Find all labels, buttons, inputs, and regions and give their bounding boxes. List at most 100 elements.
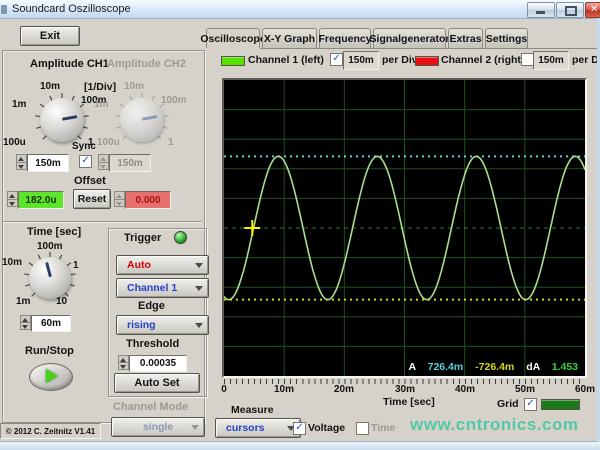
grid-label: Grid [497,398,519,410]
offset-reset-button[interactable]: Reset [73,189,111,209]
knob-body [29,257,71,299]
x-tick-60m: 60m [574,384,595,395]
cursor-measurements: A 726.4m -726.4m dA 1.453 [408,361,578,373]
time-scale-10m: 10m [2,257,23,268]
channel1-color-swatch [221,56,245,66]
tab-frequency[interactable]: Frequency [318,28,372,48]
close-button[interactable]: ✕ [585,2,600,18]
chevron-down-icon [195,263,203,268]
time-base-knob[interactable] [23,251,77,305]
chevron-down-icon [195,323,203,328]
ch1-scale-100u: 100u [3,137,26,148]
time-base-title: Time [sec] [27,226,82,238]
ch2-scale-value: 150m [109,154,151,172]
threshold-value[interactable]: 0.00035 [129,355,187,372]
measure-upper-value: 726.4m [427,361,464,373]
amplitude-ch1-title: Amplitude CH1 [30,58,109,70]
x-tick-0: 0 [221,384,227,395]
channel2-label: Channel 2 (right) [441,54,525,66]
time-label: Time [371,422,396,434]
per-div-unit-label: [1/Div] [84,81,117,93]
threshold-spinner[interactable] [118,355,129,370]
measure-mode-dropdown[interactable]: cursors [215,418,301,438]
tab-signalgenerator[interactable]: Signalgenerator [370,28,449,48]
auto-set-button[interactable]: Auto Set [114,373,200,393]
x-tick-10m: 10m [273,384,294,395]
ch1-scale-value[interactable]: 150m [27,154,69,172]
channel1-per-div-value[interactable]: 150m [343,51,379,70]
play-icon [46,369,58,383]
chevron-down-icon [191,425,199,430]
x-tick-50m: 50m [514,384,535,395]
threshold-label: Threshold [126,338,180,350]
time-base-value[interactable]: 60m [31,315,71,332]
ch2-scale-1m: 1m [94,99,109,110]
panel-divider [3,221,202,222]
title-bar[interactable]: Soundcard Oszilloscope ✕ [0,0,600,19]
trigger-edge-dropdown[interactable]: rising [116,315,209,335]
ch2-offset-value: 0.000 [125,191,171,209]
x-tick-40m: 40m [454,384,475,395]
tab-bar: Oscilloscope X-Y Graph Frequency Signalg… [200,28,598,49]
channel1-label: Channel 1 (left) [248,54,324,66]
ch2-scale-10m: 10m [124,81,145,92]
sync-checkbox[interactable] [79,155,92,168]
measure-lower-value: -726.4m [475,361,515,373]
offset-label: Offset [74,175,106,187]
channel2-per-div-value[interactable]: 150m [533,51,569,70]
watermark: www.cntronics.com [410,415,579,434]
scope-canvas [223,80,586,376]
close-icon: ✕ [590,4,599,15]
ch2-offset-spinner [114,191,125,207]
copyright-text: © 2012 C. Zeitnitz V1.41 [5,426,96,436]
window-bottom-border [0,441,600,450]
window-title: Soundcard Oszilloscope [12,3,131,15]
tab-extras[interactable]: Extras [448,28,483,48]
trigger-led [174,231,187,244]
minimize-icon [536,11,545,14]
tab-settings[interactable]: Settings [485,28,528,48]
grid-checkbox[interactable] [524,398,537,411]
time-base-spinner[interactable] [20,315,31,330]
x-tick-30m: 30m [394,384,415,395]
tab-oscilloscope[interactable]: Oscilloscope [200,28,266,48]
channel2-color-swatch [415,56,439,66]
x-tick-20m: 20m [333,384,354,395]
edge-label: Edge [138,300,165,312]
measure-label: Measure [231,404,274,416]
channel1-per-div-label: per Div [382,54,418,66]
voltage-label: Voltage [308,422,346,434]
voltage-checkbox[interactable] [293,422,306,435]
time-checkbox[interactable] [356,422,369,435]
channel-mode-dropdown: single [111,417,205,437]
channel1-checkbox[interactable] [330,53,343,66]
ch1-offset-spinner[interactable] [7,191,18,207]
maximize-button[interactable] [556,2,584,18]
run-stop-button[interactable] [29,363,73,391]
run-stop-label: Run/Stop [25,345,74,357]
channel-mode-label: Channel Mode [113,401,189,413]
measure-a-label: A [408,361,416,373]
ch1-scale-spinner[interactable] [16,154,27,170]
ch1-scale-10m: 10m [40,81,61,92]
minimize-button[interactable] [527,2,555,18]
exit-button[interactable]: Exit [20,26,80,46]
channel2-per-div-label: per Div [572,54,600,66]
ch1-offset-value[interactable]: 182.0u [18,191,64,209]
measure-da-label: dA [526,361,540,373]
scope-display: A 726.4m -726.4m dA 1.453 [222,78,587,378]
app-icon [1,5,7,14]
x-axis-title: Time [sec] [383,396,435,408]
amplitude-ch2-knob [114,92,170,148]
amplitude-ch2-title: Amplitude CH2 [107,58,186,70]
trigger-mode-dropdown[interactable]: Auto [116,255,209,275]
grid-color-swatch [541,399,580,410]
trigger-title: Trigger [124,232,162,244]
tab-xy-graph[interactable]: X-Y Graph [262,28,317,48]
ch2-scale-spinner [98,154,109,170]
measure-da-value: 1.453 [551,361,578,373]
chevron-down-icon [195,286,203,291]
amplitude-ch1-knob[interactable] [34,92,90,148]
maximize-icon [565,6,577,16]
trigger-source-dropdown[interactable]: Channel 1 [116,278,209,298]
